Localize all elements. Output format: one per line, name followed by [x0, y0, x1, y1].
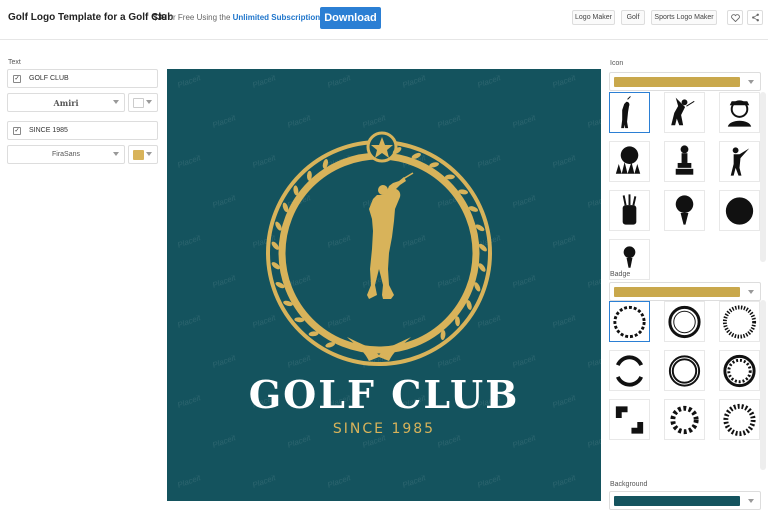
text-section-label: Text: [8, 59, 21, 66]
chevron-down-icon: [146, 152, 152, 156]
chevron-down-icon: [748, 290, 754, 294]
text-line-2-checkbox[interactable]: ✓: [13, 126, 21, 135]
badge-tile[interactable]: [719, 301, 760, 342]
icon-tile[interactable]: [719, 92, 760, 133]
double-ring-badge-icon: [616, 354, 643, 387]
icon-tile[interactable]: [609, 190, 650, 231]
icon-scrollbar[interactable]: [760, 92, 766, 262]
heart-icon: [730, 13, 740, 22]
logo-subtitle[interactable]: SINCE 1985: [167, 421, 601, 437]
badge-tile[interactable]: [609, 399, 650, 440]
badge-tile[interactable]: [609, 350, 650, 391]
badge-tile[interactable]: [719, 399, 760, 440]
badge-tile[interactable]: [719, 350, 760, 391]
dotted-ring-badge-icon: [722, 304, 757, 339]
wreath-badge-icon: [723, 354, 756, 387]
icon-tile[interactable]: [719, 190, 760, 231]
badge-scrollbar[interactable]: [760, 300, 766, 470]
color-select-2[interactable]: [128, 145, 158, 164]
top-bar: Golf Logo Template for a Golf Club $39 o…: [0, 0, 768, 40]
price-text: $39 or Free Using the Unlimited Subscrip…: [153, 13, 320, 22]
badge-tile[interactable]: [664, 350, 705, 391]
chevron-down-icon: [113, 100, 119, 104]
font-select-2[interactable]: FiraSans: [7, 145, 125, 164]
icon-color-select[interactable]: [609, 72, 761, 91]
icon-section-label: Icon: [610, 60, 624, 67]
text-line-1-value: GOLF CLUB: [29, 75, 69, 82]
tag-golf[interactable]: Golf: [621, 10, 645, 25]
icon-tile[interactable]: [609, 141, 650, 182]
font-select-1[interactable]: Amiri: [7, 93, 125, 112]
golf-ball-tee-icon: [675, 194, 694, 225]
badge-tile[interactable]: [664, 301, 705, 342]
golfer-cap-icon: [727, 99, 752, 127]
background-color-fill: [614, 496, 740, 506]
color-swatch-1: [133, 98, 144, 108]
golfer-silhouette: [367, 177, 406, 299]
icon-tile[interactable]: [719, 141, 760, 182]
price-value: $39: [153, 13, 167, 22]
chevron-down-icon: [748, 80, 754, 84]
icon-tile[interactable]: [664, 92, 705, 133]
badge-color-select[interactable]: [609, 282, 761, 301]
font-select-1-value: Amiri: [53, 97, 79, 108]
laurel-ring-badge-icon: [723, 403, 756, 436]
chevron-down-icon: [748, 499, 754, 503]
icon-tile[interactable]: [609, 92, 650, 133]
text-line-1-field[interactable]: ✓ GOLF CLUB: [7, 69, 158, 88]
badge-tile[interactable]: [664, 399, 705, 440]
share-button[interactable]: [747, 10, 763, 25]
golf-ball-icon: [725, 196, 754, 225]
ring-badge-icon: [668, 305, 701, 338]
tag-sports-logo-maker[interactable]: Sports Logo Maker: [651, 10, 717, 25]
golf-ball-grass-icon: [615, 145, 641, 174]
logo-canvas[interactable]: Placeit Placeit Placeit Placeit Placeit Place…: [167, 69, 601, 501]
square-corners-badge-icon: [615, 405, 644, 434]
tag-logo-maker[interactable]: Logo Maker: [572, 10, 615, 25]
text-line-2-field[interactable]: ✓ SINCE 1985: [7, 121, 158, 140]
icon-tile[interactable]: [664, 141, 705, 182]
golf-trophy-icon: [675, 144, 694, 175]
download-button[interactable]: Download: [320, 7, 381, 29]
frame-badge-icon: [668, 354, 701, 387]
icon-color-fill: [614, 77, 740, 87]
badge-color-fill: [614, 287, 740, 297]
price-rest: or Free Using the: [166, 13, 233, 22]
favorite-button[interactable]: [727, 10, 743, 25]
golfer-drive-icon: [730, 146, 750, 176]
text-line-2-value: SINCE 1985: [29, 127, 68, 134]
chevron-down-icon: [113, 152, 119, 156]
color-swatch-2: [133, 150, 144, 160]
text-line-1-checkbox[interactable]: ✓: [13, 74, 21, 83]
chevron-down-icon: [146, 100, 152, 104]
golfer-swing-icon: [671, 97, 695, 125]
golf-bag-icon: [622, 193, 637, 225]
share-icon: [751, 13, 759, 22]
icon-tile[interactable]: [664, 190, 705, 231]
background-color-select[interactable]: [609, 491, 761, 510]
color-select-1[interactable]: [128, 93, 158, 112]
badge-section-label: Badge: [610, 271, 631, 278]
page-title: Golf Logo Template for a Golf Club: [8, 12, 174, 23]
golf-club-shaft: [402, 172, 414, 180]
background-section-label: Background: [610, 481, 648, 488]
laurel-badge-icon: [613, 305, 646, 338]
gear-badge-icon: [670, 405, 699, 434]
golfer-icon: [621, 95, 631, 128]
badge-tile[interactable]: [609, 301, 650, 342]
golfer-head: [378, 185, 388, 195]
font-select-2-value: FiraSans: [51, 151, 80, 158]
subscription-link[interactable]: Unlimited Subscription: [233, 13, 321, 22]
logo-title[interactable]: GOLF CLUB: [167, 372, 601, 417]
